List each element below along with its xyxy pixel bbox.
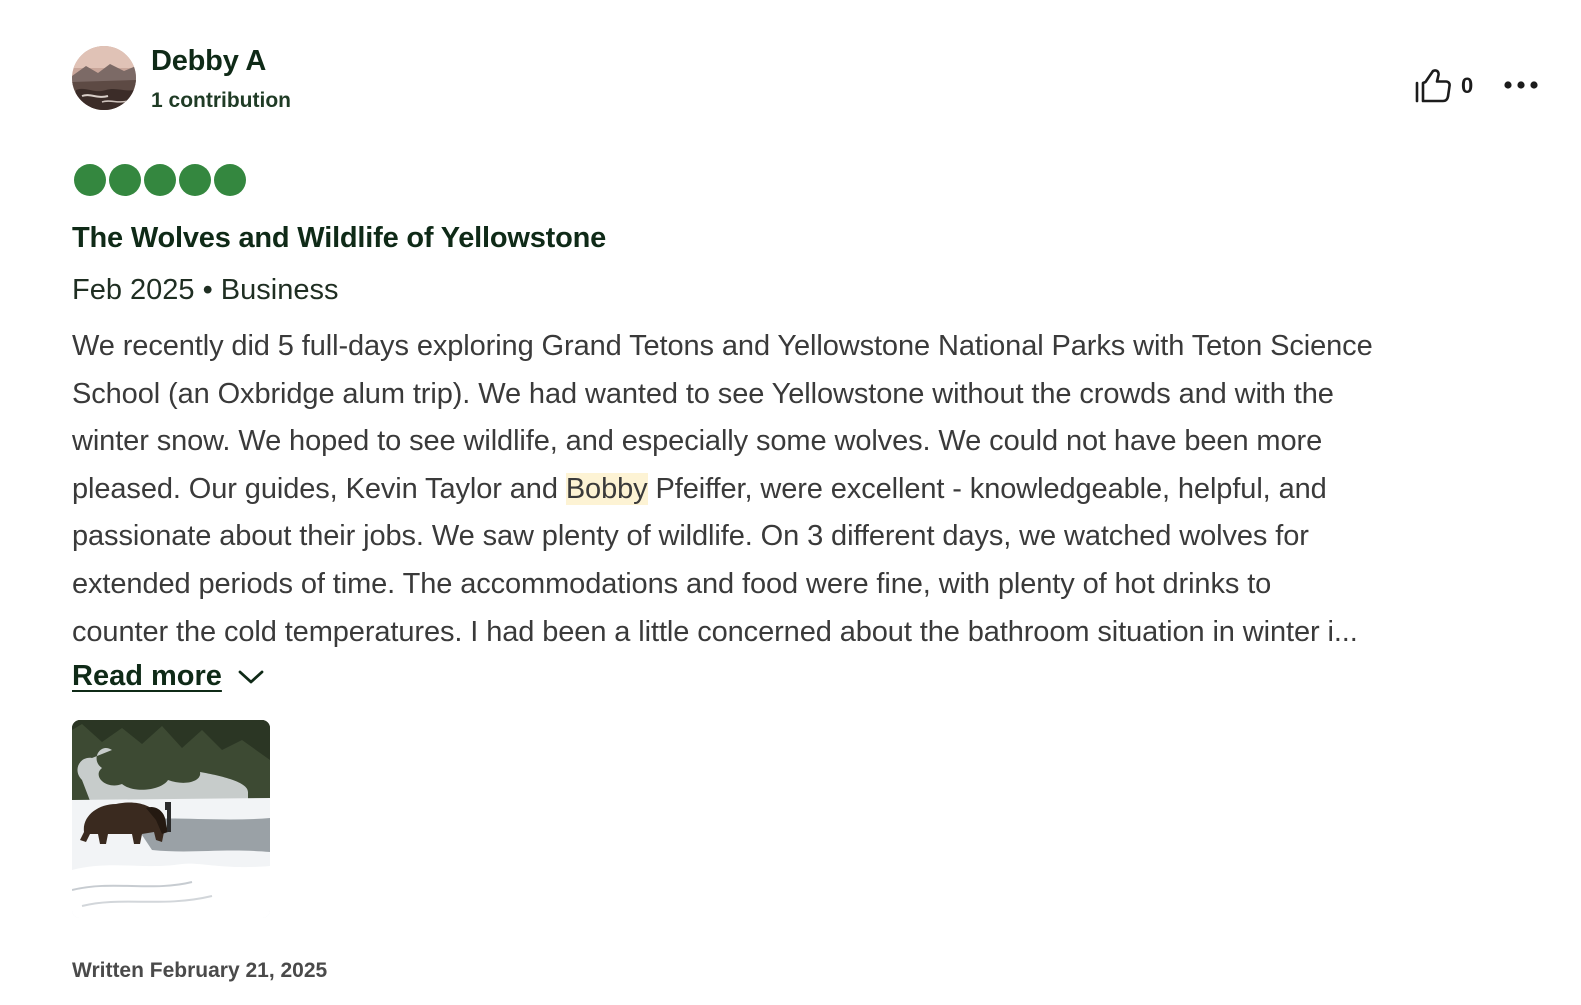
review-photo[interactable] — [72, 720, 270, 918]
rating-bubble-icon — [109, 164, 141, 196]
review-header: Debby A 1 contribution 0 — [72, 44, 1562, 114]
bison-photo-icon — [72, 720, 270, 918]
review-body: We recently did 5 full-days exploring Gr… — [72, 323, 1547, 656]
rating-bubble-icon — [74, 164, 106, 196]
bubble-rating — [74, 164, 246, 196]
rating-bubble-icon — [144, 164, 176, 196]
review-card: Debby A 1 contribution 0 The Wolves and … — [72, 0, 1562, 1005]
written-date: Written February 21, 2025 — [72, 959, 328, 982]
review-body-segment: pleased. Our guides, Kevin Taylor and — [72, 472, 566, 505]
read-more-label: Read more — [72, 660, 222, 692]
ellipsis-icon — [1504, 81, 1538, 89]
review-body-line: We recently did 5 full-days exploring Gr… — [72, 330, 1373, 362]
chevron-down-icon — [238, 670, 264, 683]
more-options-button[interactable] — [1501, 70, 1541, 100]
review-body-line: counter the cold temperatures. I had bee… — [72, 615, 1358, 648]
avatar[interactable] — [72, 46, 136, 110]
review-body-line: pleased. Our guides, Kevin Taylor and Bo… — [72, 466, 1547, 514]
rating-bubble-icon — [179, 164, 211, 196]
review-title[interactable]: The Wolves and Wildlife of Yellowstone — [72, 220, 606, 256]
review-meta: Feb 2025 • Business — [72, 274, 339, 306]
helpful-vote-button[interactable]: 0 — [1415, 66, 1473, 106]
review-body-line: School (an Oxbridge alum trip). We had w… — [72, 377, 1334, 410]
thumbs-up-icon — [1415, 69, 1451, 103]
contribution-count: 1 contribution — [151, 89, 291, 112]
review-body-segment: Pfeiffer, were excellent - knowledgeable… — [647, 472, 1327, 505]
user-name[interactable]: Debby A — [151, 44, 266, 78]
helpful-count: 0 — [1461, 73, 1474, 98]
review-body-line: passionate about their jobs. We saw plen… — [72, 520, 1309, 553]
landscape-avatar-icon — [72, 46, 136, 110]
rating-bubble-icon — [214, 164, 246, 196]
review-body-line: extended periods of time. The accommodat… — [72, 567, 1272, 600]
review-body-line: winter snow. We hoped to see wildlife, a… — [72, 425, 1323, 458]
read-more-button[interactable]: Read more — [72, 660, 264, 693]
search-highlight: Bobby — [565, 472, 648, 505]
